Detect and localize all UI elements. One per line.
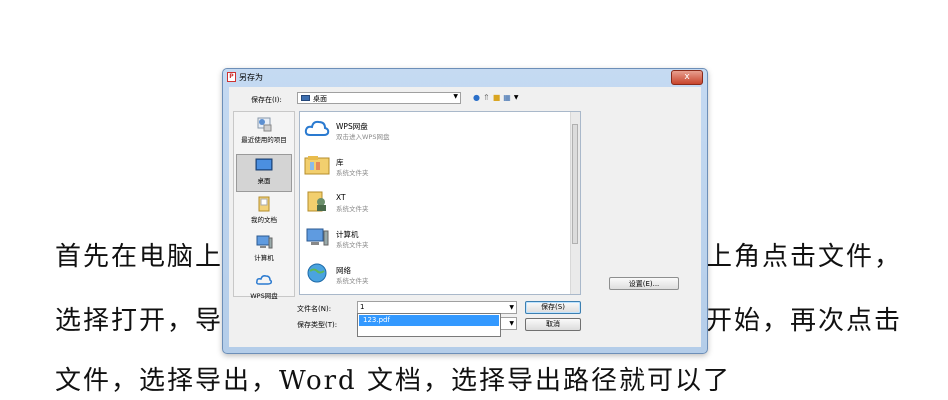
place-recent[interactable]: 最近使用的项目	[236, 114, 292, 152]
desktop-icon	[301, 95, 310, 101]
save-in-label: 保存在(I):	[251, 96, 282, 104]
desktop-icon	[255, 158, 273, 171]
list-item[interactable]: WPS网盘 双击进入WPS网盘	[304, 116, 544, 144]
document-line-1-right: 上角点击文件，	[706, 242, 903, 272]
place-label: 计算机	[254, 254, 274, 262]
up-folder-icon[interactable]: ⇑	[483, 93, 490, 103]
location-dropdown[interactable]: 桌面 ▼	[297, 92, 461, 104]
place-label: 桌面	[257, 177, 271, 185]
place-label: WPS网盘	[250, 292, 278, 300]
cloud-icon	[304, 120, 330, 136]
document-line-1: 首先在电脑上	[55, 236, 223, 273]
recent-items-icon	[257, 117, 272, 132]
dialog-content: 保存在(I): 桌面 ▼ ● ⇑ ■ ▦ ▼ 最近使用的项目 桌面 我的文档 计…	[229, 87, 701, 347]
place-label: 我的文档	[251, 216, 277, 224]
place-desktop[interactable]: 桌面	[236, 154, 292, 192]
view-chevron-icon[interactable]: ▼	[514, 93, 519, 103]
new-folder-icon[interactable]: ■	[493, 93, 501, 103]
document-line-1-left: 首先在电脑上	[55, 242, 224, 272]
wps-cloud-icon	[256, 275, 273, 285]
document-line-2-right: 开始，再次点击	[706, 306, 903, 336]
document-line-3: 文件，选择导出，Word 文档，选择导出路径就可以了	[55, 366, 731, 396]
nav-toolbar: ● ⇑ ■ ▦ ▼	[473, 92, 518, 104]
network-icon	[307, 263, 327, 283]
computer-icon	[256, 235, 273, 249]
list-item[interactable]: 网络 系统文件夹	[304, 260, 544, 288]
file-list: WPS网盘 双击进入WPS网盘 库 系统文件夹 XT 系统文件夹 计算机 系统文…	[299, 111, 581, 295]
cancel-button[interactable]: 取消	[525, 318, 581, 331]
dialog-title: 另存为	[239, 73, 263, 82]
autocomplete-item[interactable]: 123.pdf	[359, 315, 499, 326]
library-icon	[304, 156, 330, 175]
save-as-dialog: P 另存为 x 保存在(I): 桌面 ▼ ● ⇑ ■ ▦ ▼ 最近使用的项目 桌…	[222, 68, 708, 354]
filetype-label: 保存类型(T):	[297, 321, 338, 329]
file-list-scrollbar[interactable]	[570, 112, 580, 294]
file-description: 系统文件夹	[336, 277, 369, 285]
place-my-documents[interactable]: 我的文档	[236, 194, 292, 232]
user-folder-icon	[307, 191, 326, 212]
file-name: XT	[336, 193, 346, 202]
place-computer[interactable]: 计算机	[236, 232, 292, 270]
chevron-down-icon[interactable]: ▼	[509, 302, 514, 313]
chevron-down-icon[interactable]: ▼	[509, 318, 514, 329]
dialog-titlebar[interactable]: P 另存为 x	[223, 69, 707, 85]
filename-value: 1	[360, 303, 365, 311]
view-menu-icon[interactable]: ▦	[503, 93, 511, 103]
computer-icon	[306, 228, 329, 246]
file-description: 双击进入WPS网盘	[336, 133, 390, 141]
pdf-icon: P	[227, 72, 236, 82]
back-icon[interactable]: ●	[473, 93, 480, 103]
file-description: 系统文件夹	[336, 205, 369, 213]
my-documents-icon	[258, 196, 270, 212]
file-description: 系统文件夹	[336, 169, 369, 177]
document-line-2: 选择打开，导	[55, 300, 223, 337]
list-item[interactable]: 库 系统文件夹	[304, 152, 544, 180]
document-line-2-left: 选择打开，导	[55, 306, 224, 336]
autocomplete-list: 123.pdf	[357, 313, 501, 337]
list-item[interactable]: 计算机 系统文件夹	[304, 224, 544, 252]
place-label: 最近使用的项目	[241, 136, 287, 144]
settings-button[interactable]: 设置(E)...	[609, 277, 679, 290]
save-button[interactable]: 保存(S)	[525, 301, 581, 314]
location-value: 桌面	[313, 95, 327, 103]
chevron-down-icon: ▼	[453, 93, 458, 100]
list-item[interactable]: XT 系统文件夹	[304, 188, 544, 216]
file-description: 系统文件夹	[336, 241, 369, 249]
scroll-thumb[interactable]	[572, 124, 578, 244]
place-wps-cloud[interactable]: WPS网盘	[236, 270, 292, 308]
close-button[interactable]: x	[671, 70, 703, 85]
places-sidebar: 最近使用的项目 桌面 我的文档 计算机 WPS网盘	[233, 111, 295, 300]
filename-label: 文件名(N):	[297, 305, 332, 313]
